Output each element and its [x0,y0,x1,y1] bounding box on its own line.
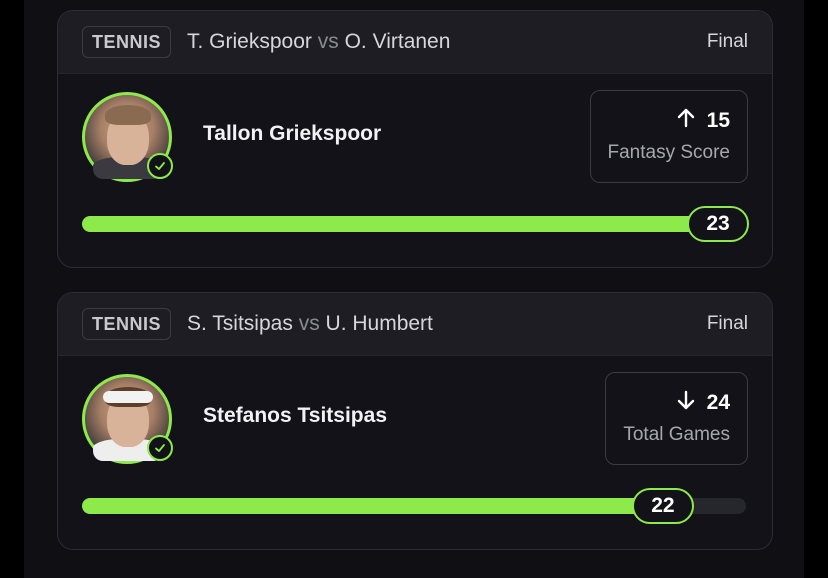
card-body: Tallon Griekspoor 15 Fantasy Score 23 [58,74,772,267]
sport-badge: TENNIS [82,308,172,340]
player-name: Stefanos Tsitsipas [203,404,387,427]
matchup: S. Tsitsipas vs U. Humbert [187,312,433,336]
matchup-player-1: S. Tsitsipas [187,312,293,335]
stat-label: Fantasy Score [607,142,731,163]
matchup: T. Griekspoor vs O. Virtanen [187,30,450,54]
avatar-headband [103,391,153,403]
matchup-player-2: O. Virtanen [344,30,451,53]
game-status: Final [706,313,748,334]
player-name: Tallon Griekspoor [203,122,382,145]
check-icon [147,153,173,179]
matchup-player-1: T. Griekspoor [187,30,312,53]
matchup-vs: vs [298,312,320,335]
progress-fill [82,498,691,514]
stat-box: 24 Total Games [605,372,748,465]
pick-card-1[interactable]: TENNIS T. Griekspoor vs O. Virtanen Fina… [57,10,773,268]
result-pill: 22 [631,488,694,524]
sport-badge: TENNIS [82,26,172,58]
stat-label: Total Games [623,424,730,445]
stat-value: 24 [706,390,730,414]
game-status: Final [706,31,748,52]
avatar-hair [105,105,151,125]
pick-card-2[interactable]: TENNIS S. Tsitsipas vs U. Humbert Final … [57,292,773,550]
matchup-vs: vs [317,30,339,53]
stat-value: 15 [706,108,730,132]
card-body: Stefanos Tsitsipas 24 Total Games 22 [58,356,772,549]
progress-track: 22 [82,488,746,524]
matchup-player-2: U. Humbert [325,312,433,335]
result-pill: 23 [687,206,749,242]
progress-track: 23 [82,206,749,242]
avatar [82,374,173,464]
arrow-down-icon [675,389,697,416]
progress-fill [82,216,746,232]
card-header: TENNIS S. Tsitsipas vs U. Humbert Final [58,293,772,356]
avatar [82,92,173,182]
arrow-up-icon [675,107,697,134]
check-icon [147,435,173,461]
card-header: TENNIS T. Griekspoor vs O. Virtanen Fina… [58,11,772,74]
stat-box: 15 Fantasy Score [589,90,748,183]
